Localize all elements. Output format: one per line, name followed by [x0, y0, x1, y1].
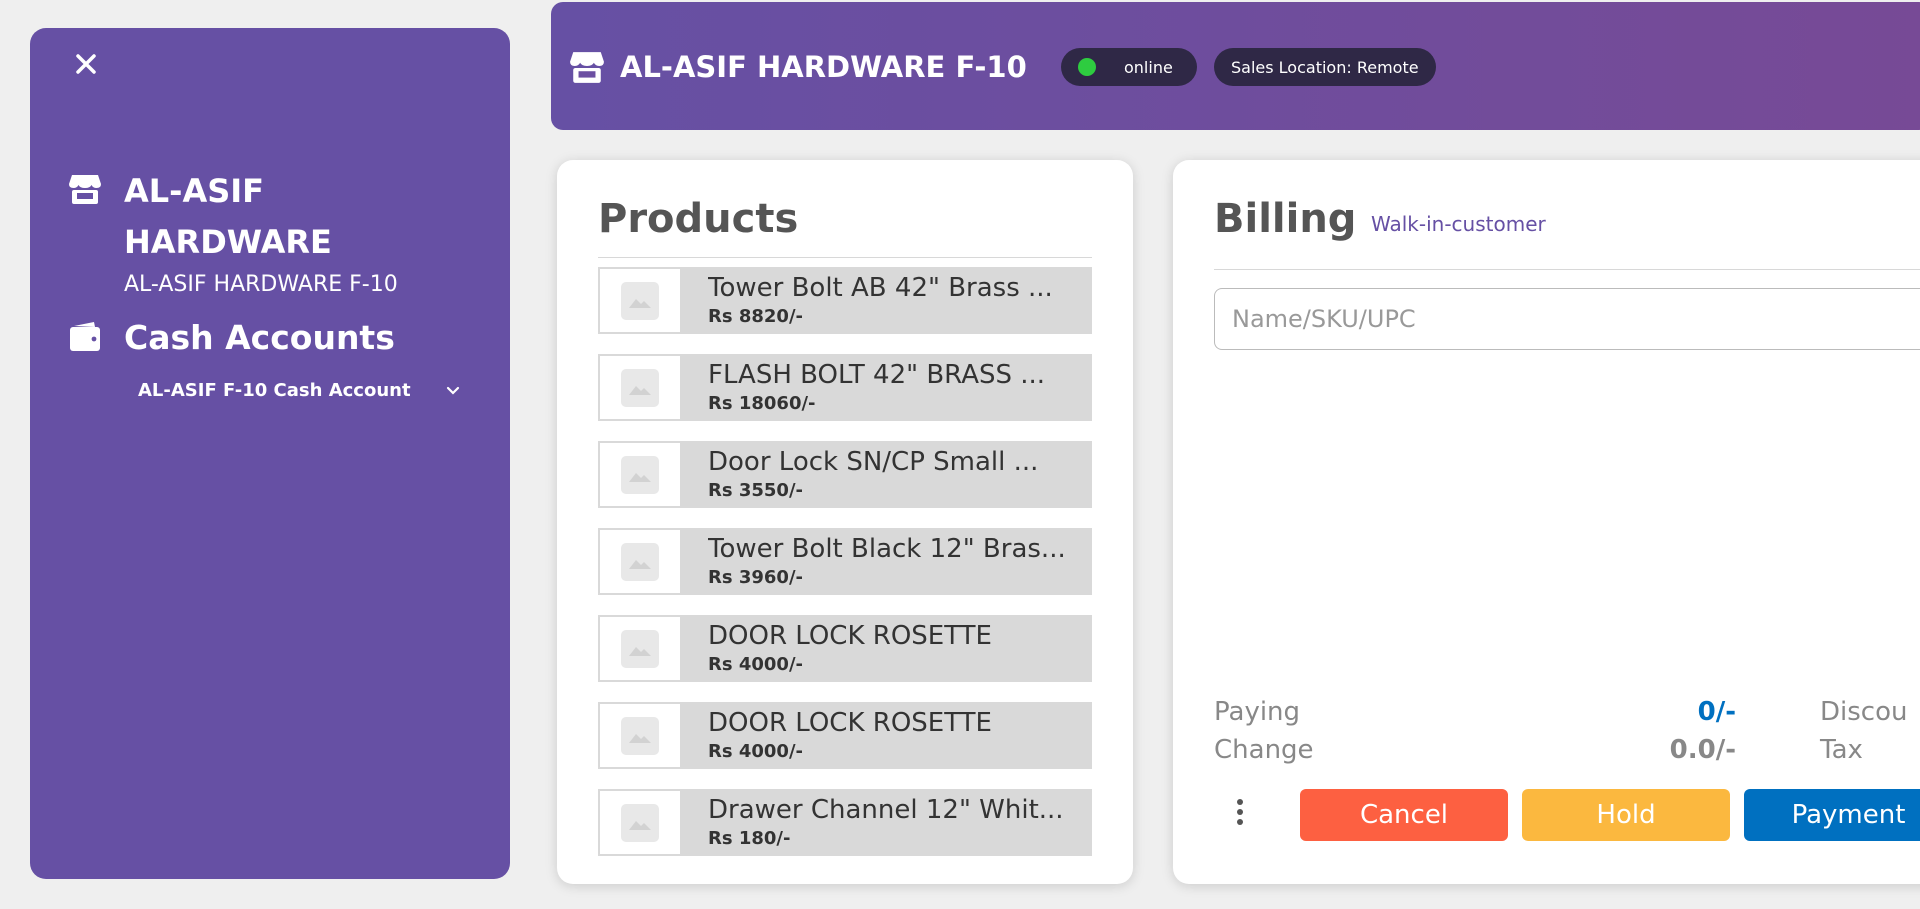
- customer-name[interactable]: Walk-in-customer: [1371, 212, 1546, 236]
- cash-account-value: AL-ASIF F-10 Cash Account: [138, 379, 411, 401]
- image-placeholder-icon: [621, 455, 659, 494]
- cancel-button[interactable]: Cancel: [1300, 789, 1508, 841]
- products-panel: Products Tower Bolt AB 42" Brass ... Rs …: [557, 160, 1133, 884]
- status-dot-icon: [1078, 58, 1096, 76]
- product-price: Rs 3550/-: [708, 480, 803, 501]
- product-thumbnail: [600, 530, 680, 593]
- payment-button[interactable]: Payment: [1744, 789, 1920, 841]
- product-item[interactable]: Drawer Channel 12" Whit... Rs 180/-: [598, 789, 1092, 856]
- image-placeholder-icon: [621, 368, 659, 407]
- product-price: Rs 18060/-: [708, 393, 816, 414]
- product-item[interactable]: DOOR LOCK ROSETTE Rs 4000/-: [598, 615, 1092, 682]
- product-item[interactable]: DOOR LOCK ROSETTE Rs 4000/-: [598, 702, 1092, 769]
- product-price: Rs 180/-: [708, 828, 791, 849]
- product-item[interactable]: Tower Bolt Black 12" Bras... Rs 3960/-: [598, 528, 1092, 595]
- cash-accounts-title: Cash Accounts: [124, 318, 395, 357]
- billing-title: Billing: [1214, 196, 1357, 242]
- store-subtitle: AL-ASIF HARDWARE F-10: [124, 272, 398, 297]
- product-price: Rs 4000/-: [708, 654, 803, 675]
- product-price: Rs 4000/-: [708, 741, 803, 762]
- billing-panel: Billing Walk-in-customer Paying 0/- Chan…: [1173, 160, 1920, 884]
- change-label: Change: [1214, 735, 1314, 765]
- product-item[interactable]: Tower Bolt AB 42" Brass ... Rs 8820/-: [598, 267, 1092, 334]
- product-name: DOOR LOCK ROSETTE: [708, 621, 992, 651]
- product-thumbnail: [600, 269, 680, 332]
- image-placeholder-icon: [621, 281, 659, 320]
- product-thumbnail: [600, 791, 680, 854]
- cash-accounts-heading: Cash Accounts: [68, 318, 395, 357]
- product-thumbnail: [600, 443, 680, 506]
- status-badge: online: [1061, 48, 1197, 86]
- product-name: FLASH BOLT 42" BRASS ...: [708, 360, 1046, 390]
- store-name: AL-ASIF HARDWARE: [124, 172, 332, 261]
- product-thumbnail: [600, 356, 680, 419]
- wallet-icon: [68, 319, 102, 357]
- close-icon[interactable]: [68, 46, 104, 82]
- store-icon: [68, 172, 102, 206]
- product-list: Tower Bolt AB 42" Brass ... Rs 8820/- FL…: [598, 267, 1092, 876]
- tax-label: Tax: [1820, 735, 1863, 765]
- product-item[interactable]: Door Lock SN/CP Small ... Rs 3550/-: [598, 441, 1092, 508]
- product-search-input[interactable]: [1214, 288, 1920, 350]
- chevron-down-icon: [446, 380, 460, 401]
- top-header: AL-ASIF HARDWARE F-10 online Sales Locat…: [551, 2, 1920, 130]
- image-placeholder-icon: [621, 803, 659, 842]
- change-value: 0.0/-: [1669, 735, 1736, 765]
- discount-label: Discou: [1820, 697, 1908, 727]
- product-name: DOOR LOCK ROSETTE: [708, 708, 992, 738]
- product-price: Rs 3960/-: [708, 567, 803, 588]
- header-title: AL-ASIF HARDWARE F-10: [620, 50, 1027, 84]
- store-icon: [569, 49, 605, 85]
- sales-location-badge: Sales Location: Remote: [1214, 48, 1436, 86]
- divider: [1214, 269, 1920, 270]
- product-name: Drawer Channel 12" Whit...: [708, 795, 1064, 825]
- products-title: Products: [598, 196, 799, 242]
- more-options-icon[interactable]: [1228, 794, 1252, 830]
- image-placeholder-icon: [621, 542, 659, 581]
- divider: [598, 257, 1092, 258]
- paying-label: Paying: [1214, 697, 1301, 727]
- product-item[interactable]: FLASH BOLT 42" BRASS ... Rs 18060/-: [598, 354, 1092, 421]
- hold-button[interactable]: Hold: [1522, 789, 1730, 841]
- image-placeholder-icon: [621, 716, 659, 755]
- store-info: AL-ASIF HARDWARE AL-ASIF HARDWARE F-10: [68, 166, 398, 300]
- sidebar: AL-ASIF HARDWARE AL-ASIF HARDWARE F-10 C…: [30, 28, 510, 879]
- product-thumbnail: [600, 617, 680, 680]
- product-thumbnail: [600, 704, 680, 767]
- product-price: Rs 8820/-: [708, 306, 803, 327]
- product-name: Tower Bolt AB 42" Brass ...: [708, 273, 1053, 303]
- cash-account-select[interactable]: AL-ASIF F-10 Cash Account: [138, 373, 460, 407]
- status-text: online: [1124, 57, 1173, 77]
- paying-value: 0/-: [1697, 697, 1736, 727]
- product-name: Door Lock SN/CP Small ...: [708, 447, 1039, 477]
- image-placeholder-icon: [621, 629, 659, 668]
- product-name: Tower Bolt Black 12" Bras...: [708, 534, 1066, 564]
